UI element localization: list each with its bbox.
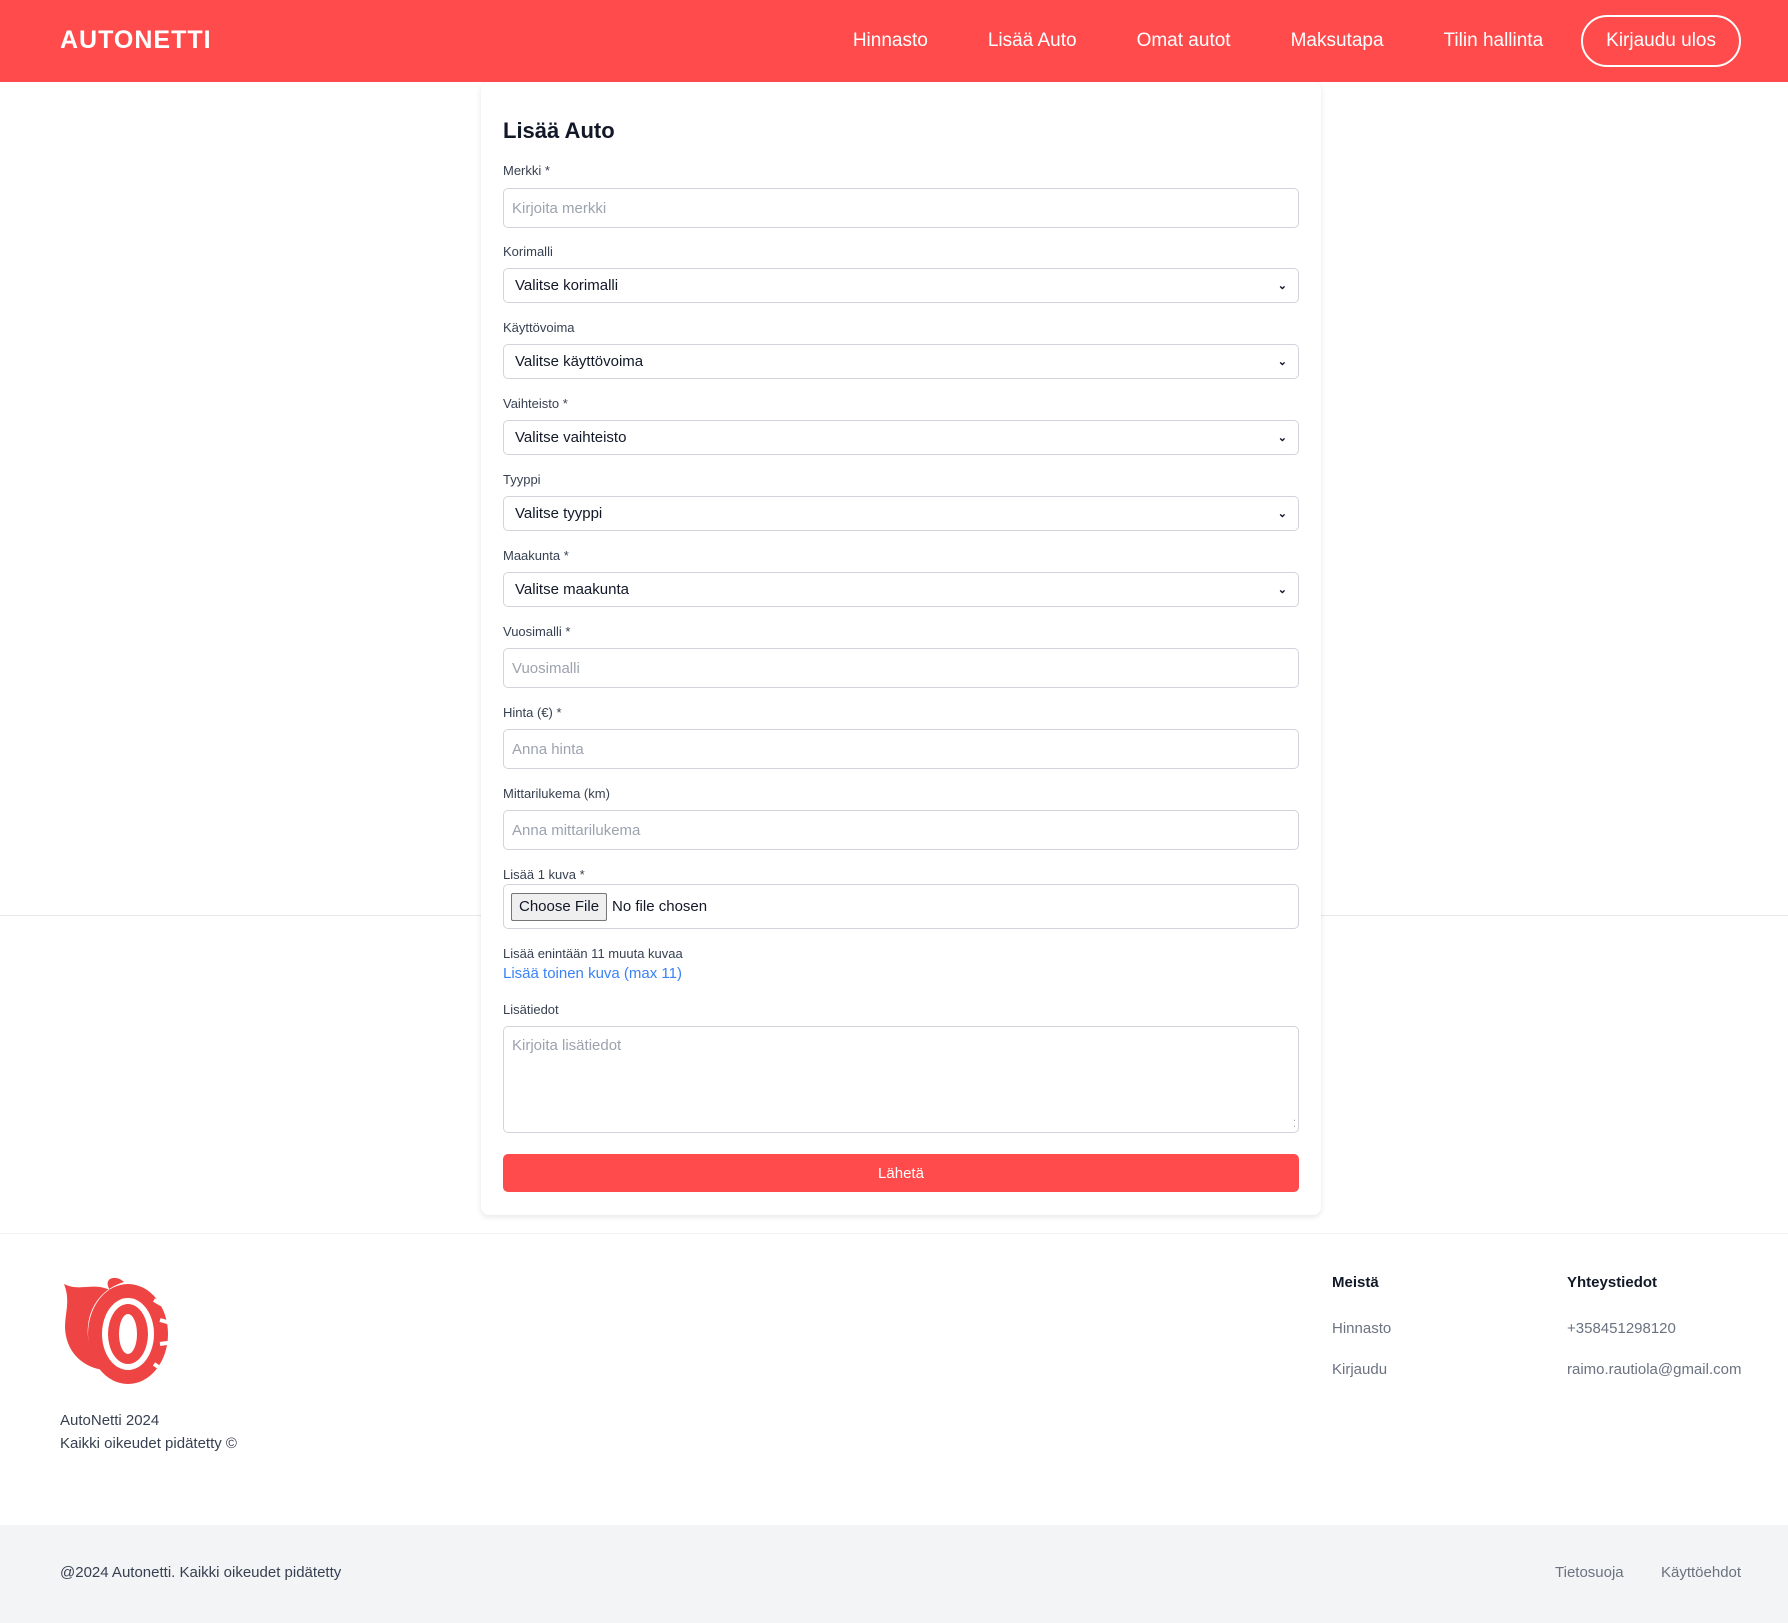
footer-contact-heading: Yhteystiedot [1567,1274,1658,1291]
mileage-label: Mittarilukema (km) [503,786,610,801]
make-label: Merkki * [503,163,550,178]
submit-button[interactable]: Lähetä [503,1154,1299,1192]
body-type-value: Valitse korimalli [515,277,619,294]
chevron-down-icon: ⌄ [1277,280,1287,292]
nav-link-omat-autot[interactable]: Omat autot [1137,30,1231,52]
nav-link-lisaa-auto[interactable]: Lisää Auto [988,30,1077,52]
terms-link[interactable]: Käyttöehdot [1661,1564,1741,1581]
fuel-label: Käyttövoima [503,320,575,335]
type-value: Valitse tyyppi [515,505,603,522]
resize-grip-icon[interactable]: ⁚ [1293,1119,1296,1130]
brand-logo-text[interactable]: AUTONETTI [60,26,212,55]
privacy-link[interactable]: Tietosuoja [1555,1564,1624,1581]
details-label: Lisätiedot [503,1002,559,1017]
image-file-input[interactable]: Choose File No file chosen [503,884,1299,929]
nav-link-hinnasto[interactable]: Hinnasto [853,30,928,52]
nav-link-maksutapa[interactable]: Maksutapa [1291,30,1384,52]
make-placeholder: Kirjoita merkki [512,199,607,217]
footer-email[interactable]: raimo.rautiola@gmail.com [1567,1361,1741,1378]
gearbox-value: Valitse vaihteisto [515,429,627,446]
footer: AutoNetti 2024 Kaikki oikeudet pidätetty… [0,1233,1788,1525]
details-textarea[interactable]: Kirjoita lisätiedot ⁚ [503,1026,1299,1133]
body-type-select[interactable]: Valitse korimalli ⌄ [503,268,1299,303]
body-type-label: Korimalli [503,244,553,259]
copyright-text: @2024 Autonetti. Kaikki oikeudet pidätet… [60,1564,342,1581]
chevron-down-icon: ⌄ [1277,584,1287,596]
type-label: Tyyppi [503,472,541,487]
top-navbar: AUTONETTI Hinnasto Lisää Auto Omat autot… [0,0,1788,82]
region-select[interactable]: Valitse maakunta ⌄ [503,572,1299,607]
gearbox-select[interactable]: Valitse vaihteisto ⌄ [503,420,1299,455]
add-image-link[interactable]: Lisää toinen kuva (max 11) [503,965,682,982]
chevron-down-icon: ⌄ [1277,356,1287,368]
footer-link-kirjaudu[interactable]: Kirjaudu [1332,1361,1387,1378]
mileage-placeholder: Anna mittarilukema [512,821,641,839]
gearbox-label: Vaihteisto * [503,396,568,411]
mileage-input[interactable]: Anna mittarilukema [503,810,1299,850]
fuel-value: Valitse käyttövoima [515,353,644,370]
price-placeholder: Anna hinta [512,740,584,758]
fuel-select[interactable]: Valitse käyttövoima ⌄ [503,344,1299,379]
footer-phone[interactable]: +358451298120 [1567,1320,1676,1337]
nav-link-tilin-hallinta[interactable]: Tilin hallinta [1444,30,1544,52]
footer-about-heading: Meistä [1332,1274,1379,1291]
region-label: Maakunta * [503,548,569,563]
make-input[interactable]: Kirjoita merkki [503,188,1299,228]
price-label: Hinta (€) * [503,705,562,720]
flaming-tire-icon [64,1277,174,1384]
nav-links: Hinnasto Lisää Auto Omat autot Maksutapa… [853,15,1741,67]
add-car-form-card: Lisää Auto Merkki * Kirjoita merkki Kori… [481,82,1321,1215]
more-images-note: Lisää enintään 11 muuta kuvaa [503,946,683,961]
bottom-bar: @2024 Autonetti. Kaikki oikeudet pidätet… [0,1525,1788,1623]
footer-link-hinnasto[interactable]: Hinnasto [1332,1320,1391,1337]
image-label: Lisää 1 kuva * [503,867,585,882]
file-status: No file chosen [612,898,708,915]
choose-file-button[interactable]: Choose File [511,892,608,921]
year-input[interactable]: Vuosimalli [503,648,1299,688]
form-title: Lisää Auto [503,118,615,143]
footer-brand-line1: AutoNetti 2024 [60,1412,160,1429]
year-placeholder: Vuosimalli [512,659,580,677]
logout-button[interactable]: Kirjaudu ulos [1581,15,1741,67]
region-value: Valitse maakunta [515,581,629,598]
chevron-down-icon: ⌄ [1277,508,1287,520]
chevron-down-icon: ⌄ [1277,432,1287,444]
footer-brand: AutoNetti 2024 Kaikki oikeudet pidätetty… [60,1409,237,1455]
price-input[interactable]: Anna hinta [503,729,1299,769]
year-label: Vuosimalli * [503,624,571,639]
details-placeholder: Kirjoita lisätiedot [512,1037,622,1054]
footer-brand-line2: Kaikki oikeudet pidätetty © [60,1435,237,1452]
type-select[interactable]: Valitse tyyppi ⌄ [503,496,1299,531]
